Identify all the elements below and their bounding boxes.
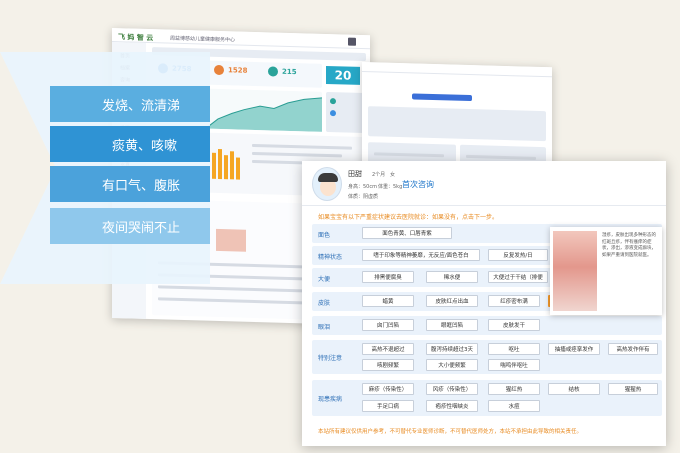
summary-icon bbox=[330, 98, 336, 105]
option-button[interactable]: 皮肤发干 bbox=[488, 319, 540, 331]
option-button[interactable]: 红疹密布满 bbox=[488, 295, 540, 307]
row-current-disease: 现患疾病 麻疹（传染性） 风疹（传染性） 猩红热 结核 猩猩热 手足口病 疱疹性… bbox=[312, 380, 662, 416]
child-avatar-icon bbox=[312, 167, 342, 201]
stat-value: 1528 bbox=[228, 66, 248, 75]
option-button[interactable]: 疱疹性咽峡炎 bbox=[426, 400, 478, 412]
eczema-tooltip: 湿疹，皮肤出现多种形态的红斑丘疹，伴有瘙痒的症状，渗出，渗液变成痂块，如果严重请… bbox=[550, 227, 662, 315]
row-label: 面色 bbox=[318, 232, 331, 239]
option-button[interactable]: 呕吐 bbox=[488, 343, 540, 355]
patient-name: 田甜 bbox=[348, 170, 362, 178]
patient-gender: 女 bbox=[390, 172, 396, 178]
option-button[interactable]: 囟门凹陷 bbox=[362, 319, 414, 331]
row-tears: 眼泪 囟门凹陷 眼眶凹陷 皮肤发干 bbox=[312, 316, 662, 335]
stat-value: 215 bbox=[282, 67, 297, 77]
patient-profile: 田甜 2个月 女 身高：50cm 体重：5kg 体质：阴虚质 首次咨询 bbox=[302, 161, 666, 206]
option-button[interactable]: 眼眶凹陷 bbox=[426, 319, 478, 331]
row-label: 现患疾病 bbox=[318, 396, 343, 403]
warning-notice: 如果宝宝有以下严重症状建议去医院就诊：如果没有，点击下一步。 bbox=[318, 214, 499, 221]
option-button[interactable]: 面色青黄、口唇青紫 bbox=[362, 227, 452, 239]
option-button[interactable]: 手足口病 bbox=[362, 400, 414, 412]
option-button[interactable]: 排黑便腐臭 bbox=[362, 271, 414, 283]
option-button[interactable]: 水痘 bbox=[488, 400, 540, 412]
records-tab[interactable] bbox=[412, 93, 472, 102]
row-label: 眼泪 bbox=[318, 324, 331, 331]
option-button[interactable]: 猩猩热 bbox=[608, 383, 658, 395]
option-button[interactable]: 蜡黄 bbox=[362, 295, 414, 307]
option-button[interactable]: 猩红热 bbox=[488, 383, 540, 395]
row-label: 特别注意 bbox=[318, 355, 343, 362]
patient-weight: 体重：5kg bbox=[378, 184, 403, 190]
trend-area-chart bbox=[208, 97, 322, 132]
bar-mark bbox=[212, 152, 216, 179]
option-button[interactable]: 咳剧频繁 bbox=[362, 359, 414, 371]
row-special-attention: 特别注意 高热不退超过 腹泻持续超过3天 呕吐 抽搐或痉挛发作 高热发作伴有 咳… bbox=[312, 340, 662, 374]
patient-age: 2个月 bbox=[372, 172, 386, 178]
user-icon[interactable] bbox=[348, 37, 356, 46]
option-button[interactable]: 大便过于干结（排便 bbox=[488, 271, 548, 283]
option-button[interactable]: 高热发作伴有 bbox=[608, 343, 658, 355]
symptom-cough: 痰黄、咳嗽 bbox=[50, 126, 210, 162]
option-button[interactable]: 抽搐或痉挛发作 bbox=[548, 343, 600, 355]
stat-icon bbox=[214, 64, 224, 76]
option-button[interactable]: 稀水便 bbox=[426, 271, 478, 283]
option-button[interactable]: 皮肤红点出血 bbox=[426, 295, 478, 307]
eczema-description: 湿疹，皮肤出现多种形态的红斑丘疹，伴有瘙痒的症状，渗出，渗液变成痂块，如果严重请… bbox=[602, 233, 656, 258]
option-button[interactable]: 高热不退超过 bbox=[362, 343, 414, 355]
photo-thumbnail bbox=[216, 228, 246, 252]
consultation-panel: 田甜 2个月 女 身高：50cm 体重：5kg 体质：阴虚质 首次咨询 如果宝宝… bbox=[302, 161, 666, 446]
option-button[interactable]: 嗜于印象等精神萎靡，无反应/面色苍白 bbox=[362, 249, 480, 261]
option-button[interactable]: 麻疹（传染性） bbox=[362, 383, 414, 395]
summary-icon bbox=[330, 110, 336, 117]
option-button[interactable]: 大小便频繁 bbox=[426, 359, 478, 371]
records-panel bbox=[368, 106, 546, 142]
patient-height: 身高：50cm bbox=[348, 184, 377, 190]
symptom-bloating: 有口气、腹胀 bbox=[50, 166, 210, 202]
bar-mark bbox=[224, 155, 228, 180]
disclaimer: 本站所有建议仅供用户参考，不可替代专业医师诊断，不可替代医师处方，本站不承担由此… bbox=[318, 429, 583, 435]
symptom-fever: 发烧、流清涕 bbox=[50, 86, 210, 122]
patient-constitution: 体质：阴虚质 bbox=[348, 194, 379, 200]
total-counter: 20 bbox=[326, 65, 360, 85]
tab-first-consultation[interactable]: 首次咨询 bbox=[402, 179, 434, 190]
bar-mark bbox=[236, 157, 240, 180]
option-button[interactable]: 风疹（传染性） bbox=[426, 383, 478, 395]
row-label: 精神状态 bbox=[318, 254, 343, 261]
option-button[interactable]: 结核 bbox=[548, 383, 600, 395]
eczema-photo bbox=[553, 231, 597, 311]
option-button[interactable]: 反复发热/日 bbox=[488, 249, 548, 261]
bar-mark bbox=[218, 148, 222, 180]
row-label: 大便 bbox=[318, 276, 331, 283]
stat-icon bbox=[268, 66, 278, 77]
option-button[interactable]: 喘鸣伴呕吐 bbox=[488, 359, 540, 371]
option-button[interactable]: 腹泻持续超过3天 bbox=[426, 343, 478, 355]
row-label: 皮肤 bbox=[318, 300, 331, 307]
records-header bbox=[362, 62, 552, 78]
bar-mark bbox=[230, 151, 234, 180]
symptom-night-crying: 夜间哭闹不止 bbox=[50, 208, 210, 244]
